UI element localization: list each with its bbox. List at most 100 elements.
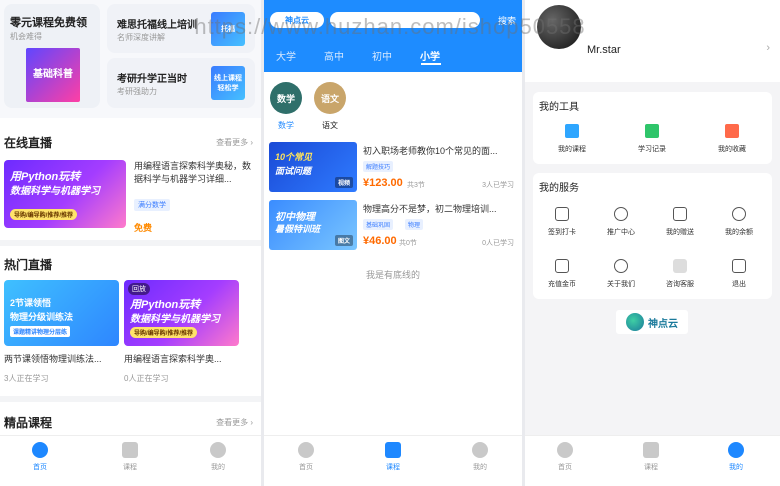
tab-courses[interactable]: 课程 bbox=[110, 442, 150, 472]
gift-icon bbox=[673, 207, 687, 221]
tab-home[interactable]: 首页 bbox=[286, 442, 326, 472]
tab-mine[interactable]: 我的 bbox=[716, 442, 756, 472]
live-more-link[interactable]: 查看更多 › bbox=[216, 137, 253, 148]
divider bbox=[0, 396, 261, 402]
logout-button[interactable]: 退出 bbox=[714, 259, 764, 289]
about-button[interactable]: 关于我们 bbox=[596, 259, 646, 289]
premium-more-link[interactable]: 查看更多 › bbox=[216, 417, 253, 428]
python-thumbnail: 用Python玩转 数据科学与机器学习 导购/编导购/推荐/推荐 bbox=[4, 160, 126, 228]
support-label: 咨询客服 bbox=[666, 281, 694, 288]
active-tab-underline bbox=[421, 63, 441, 65]
tab-home-label: 首页 bbox=[299, 464, 313, 471]
thumb-tags: 导购/编导购/推荐/推荐 bbox=[10, 209, 78, 220]
subject-math[interactable]: 数学 数学 bbox=[270, 82, 302, 131]
search-button[interactable]: 搜索 bbox=[498, 14, 516, 27]
math-icon: 数学 bbox=[270, 82, 302, 114]
tab-university[interactable]: 大学 bbox=[276, 48, 296, 63]
tab-primary-school[interactable]: 小学 bbox=[420, 48, 440, 63]
kaoyan-title: 考研升学正当时 bbox=[117, 74, 187, 85]
chinese-icon: 语文 bbox=[314, 82, 346, 114]
tab-home[interactable]: 首页 bbox=[20, 442, 60, 472]
toefl-title: 难思托福线上培训 bbox=[117, 20, 197, 31]
tab-mine[interactable]: 我的 bbox=[198, 442, 238, 472]
tab-middle-school[interactable]: 初中 bbox=[372, 48, 392, 63]
my-favorites-button[interactable]: 我的收藏 bbox=[707, 124, 757, 154]
logout-icon bbox=[732, 259, 746, 273]
brand-mark-icon bbox=[626, 313, 644, 331]
live-course-item[interactable]: 用Python玩转 数据科学与机器学习 导购/编导购/推荐/推荐 用编程语言探索… bbox=[4, 160, 258, 234]
end-of-list-text: 我是有底线的 bbox=[365, 270, 420, 280]
free-course-image: 基础科普 bbox=[26, 48, 80, 102]
free-course-title: 零元课程免费领 bbox=[10, 17, 87, 29]
record-icon bbox=[645, 124, 659, 138]
gift-button[interactable]: 我的赠送 bbox=[655, 207, 705, 237]
my-courses-button[interactable]: 我的课程 bbox=[547, 124, 597, 154]
live-info: 用编程语言探索科学奥秘，数据科学与机器学习详细... 满分数学 免费 bbox=[134, 160, 258, 234]
study-record-button[interactable]: 学习记录 bbox=[627, 124, 677, 154]
avatar[interactable] bbox=[537, 5, 581, 49]
thumb-line1: 初中物理 bbox=[275, 212, 315, 223]
brand-logo: 神点云 bbox=[616, 310, 688, 334]
free-course-card[interactable]: 零元课程免费领 机会难得 基础科普 bbox=[4, 4, 100, 108]
logout-label: 退出 bbox=[732, 281, 746, 288]
live-price: 免费 bbox=[134, 223, 153, 233]
book-icon bbox=[565, 124, 579, 138]
profile-header[interactable]: Mr.star › bbox=[525, 0, 780, 82]
recharge-label: 充值金币 bbox=[548, 281, 576, 288]
checkin-label: 签到打卡 bbox=[548, 229, 576, 236]
course-tag-2: 物理 bbox=[405, 219, 424, 230]
home-screen: 零元课程免费领 机会难得 基础科普 难思托福线上培训 名师深度讲解 托福 考研升… bbox=[0, 0, 261, 486]
home-icon bbox=[298, 442, 314, 458]
course-item[interactable]: 初中物理 暑假特训班 图文 物理高分不是梦，初二物理培训... 基础巩固 物理 … bbox=[269, 200, 518, 250]
promotion-button[interactable]: 推广中心 bbox=[596, 207, 646, 237]
thumb-line1: 10个常见 bbox=[275, 152, 313, 162]
course-title: 物理高分不是梦，初二物理培训... bbox=[363, 204, 497, 214]
card-icon bbox=[555, 259, 569, 273]
tab-courses[interactable]: 课程 bbox=[631, 442, 671, 472]
chevron-right-icon: › bbox=[766, 42, 770, 54]
search-input[interactable] bbox=[330, 12, 480, 28]
course-learners: 3人已学习 bbox=[482, 182, 514, 189]
premium-section-title: 精品课程 bbox=[4, 416, 53, 430]
course-list-screen: 神点云 搜索 大学 高中 初中 小学 数学 数学 语文 语文 10个常见 面试问… bbox=[264, 0, 522, 486]
chinese-label: 语文 bbox=[322, 121, 338, 130]
live-section-title: 在线直播 bbox=[4, 136, 53, 150]
thumb-line2: 面试问题 bbox=[275, 166, 312, 176]
support-button[interactable]: 咨询客服 bbox=[655, 259, 705, 289]
gift-label: 我的赠送 bbox=[666, 229, 694, 236]
tab-courses-label: 课程 bbox=[123, 464, 137, 471]
balance-button[interactable]: 我的余额 bbox=[714, 207, 764, 237]
question-icon bbox=[614, 259, 628, 273]
physics-line1: 2节课领悟 bbox=[10, 298, 52, 308]
my-favorites-label: 我的收藏 bbox=[718, 146, 746, 153]
user-icon bbox=[472, 442, 488, 458]
live-title: 用编程语言探索科学奥秘，数据科学与机器学习详细... bbox=[134, 161, 252, 184]
tab-home[interactable]: 首页 bbox=[545, 442, 585, 472]
tab-mine[interactable]: 我的 bbox=[460, 442, 500, 472]
recharge-button[interactable]: 充值金币 bbox=[537, 259, 587, 289]
tab-high-school[interactable]: 高中 bbox=[324, 48, 344, 63]
toefl-card[interactable]: 难思托福线上培训 名师深度讲解 托福 bbox=[107, 4, 255, 53]
course-header: 神点云 搜索 大学 高中 初中 小学 bbox=[264, 0, 522, 72]
yen-icon bbox=[732, 207, 746, 221]
thumb2-tags: 导购/编导购/推荐/推荐 bbox=[130, 327, 198, 338]
tab-courses[interactable]: 课程 bbox=[373, 442, 413, 472]
math-label: 数学 bbox=[278, 121, 294, 130]
hot-title-2: 用编程语言探索科学奥... bbox=[124, 354, 222, 364]
physics-line3: 课题精讲物理分层练 bbox=[10, 326, 71, 337]
course-thumbnail: 初中物理 暑假特训班 图文 bbox=[269, 200, 357, 250]
app-logo: 神点云 bbox=[270, 12, 324, 28]
services-title: 我的服务 bbox=[539, 183, 579, 194]
tab-home-label: 首页 bbox=[558, 464, 572, 471]
user-icon bbox=[728, 442, 744, 458]
kaoyan-card[interactable]: 考研升学正当时 考研强助力 线上课程 轻松学 bbox=[107, 58, 255, 108]
checkin-button[interactable]: 签到打卡 bbox=[537, 207, 587, 237]
subject-chinese[interactable]: 语文 语文 bbox=[314, 82, 346, 131]
thumb-line2: 数据科学与机器学习 bbox=[10, 186, 100, 197]
course-item[interactable]: 10个常见 面试问题 视频 初入职场老师教你10个常见的面... 解题技巧 ¥1… bbox=[269, 142, 518, 192]
about-label: 关于我们 bbox=[607, 281, 635, 288]
balance-label: 我的余额 bbox=[725, 229, 753, 236]
home-icon bbox=[557, 442, 573, 458]
python-thumbnail-2: 回放 用Python玩转 数据科学与机器学习 导购/编导购/推荐/推荐 bbox=[124, 280, 239, 346]
course-title: 初入职场老师教你10个常见的面... bbox=[363, 146, 498, 156]
